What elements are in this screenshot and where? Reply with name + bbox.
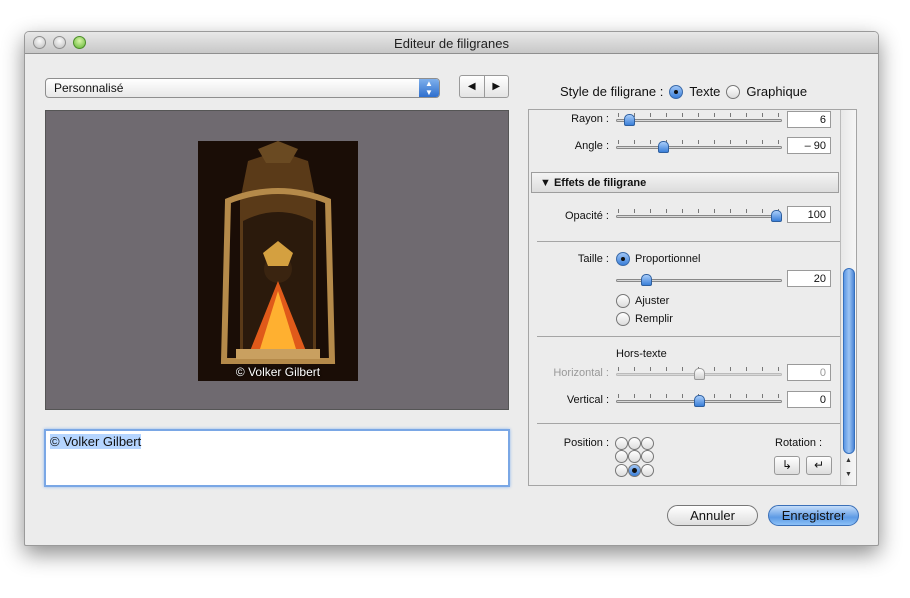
rayon-field[interactable]: 6 <box>787 111 831 128</box>
size-proportional-radio[interactable] <box>616 252 630 266</box>
next-preset-button[interactable]: ▶ <box>485 76 509 97</box>
vertical-field[interactable]: 0 <box>787 391 831 408</box>
vertical-label: Vertical : <box>566 394 609 406</box>
size-slider[interactable] <box>616 273 782 286</box>
size-field[interactable]: 20 <box>787 270 831 287</box>
popup-arrows-icon: ▲ ▼ <box>419 79 439 97</box>
preview-photo: © Volker Gilbert <box>198 141 358 381</box>
rotate-counterclockwise-button[interactable]: ↵ <box>806 456 832 475</box>
size-label: Taille : <box>577 253 609 265</box>
preset-nav-buttons: ◀ ▶ <box>459 75 509 98</box>
position-label: Position : <box>563 437 609 449</box>
save-button[interactable]: Enregistrer <box>768 505 859 526</box>
size-fill-option[interactable]: Remplir <box>616 312 673 326</box>
style-graphic-label[interactable]: Graphique <box>746 84 807 99</box>
settings-panel: Rayon : 6 Angle : – 90 ▼ Effets de filig… <box>528 109 857 486</box>
inset-title: Hors-texte <box>616 348 667 360</box>
position-top-center[interactable] <box>628 437 641 450</box>
panel-scrollbar[interactable]: ▲ ▼ <box>840 110 856 485</box>
preset-popup[interactable]: Personnalisé ▲ ▼ <box>45 78 440 98</box>
position-bottom-right[interactable] <box>641 463 654 477</box>
scroll-down-arrow-icon[interactable]: ▼ <box>841 468 856 481</box>
style-text-radio[interactable] <box>669 84 684 99</box>
watermark-preview: © Volker Gilbert <box>45 110 509 410</box>
style-graphic-radio[interactable] <box>726 84 741 99</box>
size-proportional-label: Proportionnel <box>635 253 701 265</box>
vertical-slider[interactable] <box>616 394 782 407</box>
title-bar[interactable]: Editeur de filigranes <box>25 32 878 54</box>
scrollbar-thumb[interactable] <box>843 268 855 454</box>
divider <box>537 241 848 242</box>
divider <box>537 423 848 424</box>
position-center[interactable] <box>628 450 641 464</box>
position-middle-right[interactable] <box>641 450 654 464</box>
watermark-text-field[interactable]: © Volker Gilbert <box>44 429 510 487</box>
cancel-button[interactable]: Annuler <box>667 505 758 526</box>
position-bottom-center[interactable] <box>628 463 641 477</box>
size-fill-radio[interactable] <box>616 312 630 326</box>
size-fit-radio[interactable] <box>616 294 630 308</box>
style-text-label[interactable]: Texte <box>689 84 720 99</box>
rotate-clockwise-button[interactable]: ↳ <box>774 456 800 475</box>
scroll-up-arrow-icon[interactable]: ▲ <box>841 454 856 467</box>
watermark-text-value: © Volker Gilbert <box>50 434 142 449</box>
position-middle-left[interactable] <box>615 450 628 464</box>
effects-disclosure[interactable]: ▼ Effets de filigrane <box>531 172 839 193</box>
opacity-slider[interactable] <box>616 209 782 222</box>
size-proportional-option[interactable]: Proportionnel <box>616 252 700 266</box>
preview-watermark: © Volker Gilbert <box>235 365 321 379</box>
position-top-right[interactable] <box>641 437 654 450</box>
watermark-style-row: Style de filigrane : Texte Graphique <box>560 84 807 99</box>
previous-preset-button[interactable]: ◀ <box>460 76 485 97</box>
horizontal-slider[interactable] <box>616 367 782 380</box>
window-title: Editeur de filigranes <box>394 36 509 51</box>
divider <box>537 336 848 337</box>
horizontal-field[interactable]: 0 <box>787 364 831 381</box>
size-fill-label: Remplir <box>635 313 673 325</box>
preset-selected-label: Personnalisé <box>54 81 124 95</box>
position-bottom-left[interactable] <box>615 463 628 477</box>
position-top-left[interactable] <box>615 437 628 450</box>
rayon-slider[interactable] <box>616 113 782 126</box>
angle-label: Angle : <box>574 140 609 152</box>
position-grid[interactable] <box>615 437 655 477</box>
angle-field[interactable]: – 90 <box>787 137 831 154</box>
style-label: Style de filigrane : <box>560 84 664 99</box>
angle-slider[interactable] <box>616 140 782 153</box>
opacity-label: Opacité : <box>564 210 609 222</box>
opacity-field[interactable]: 100 <box>787 206 831 223</box>
size-fit-option[interactable]: Ajuster <box>616 294 669 308</box>
effects-header-label: Effets de filigrane <box>553 177 647 189</box>
size-fit-label: Ajuster <box>635 295 670 307</box>
watermark-editor-window: Editeur de filigranes Personnalisé ▲ ▼ ◀ … <box>24 31 879 546</box>
horizontal-label: Horizontal : <box>553 367 609 379</box>
madonna-image <box>198 141 358 381</box>
rayon-label: Rayon : <box>571 113 609 125</box>
rotation-label: Rotation : <box>775 437 823 449</box>
